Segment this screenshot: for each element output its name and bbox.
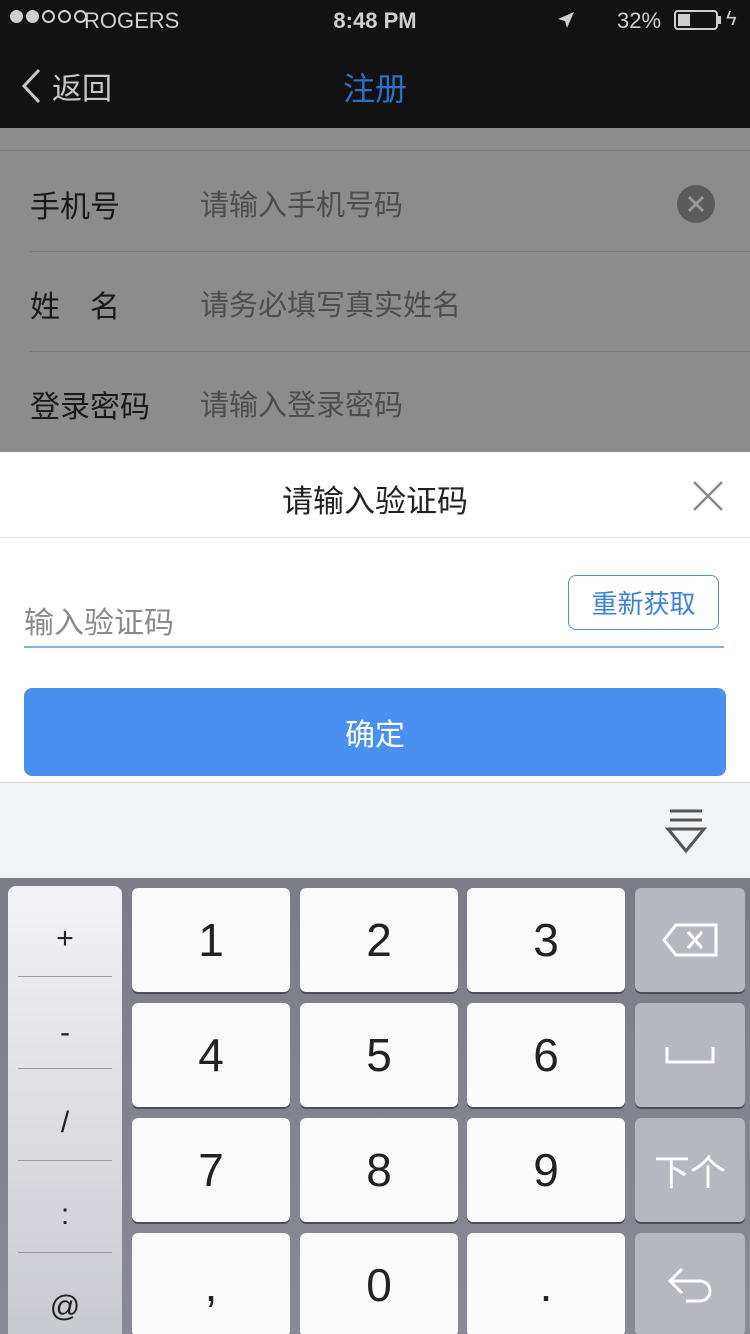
- divider: [18, 1252, 112, 1253]
- phone-label: 手机号: [30, 190, 120, 225]
- location-arrow-icon: [558, 12, 574, 28]
- name-input[interactable]: 请务必填写真实姓名: [200, 282, 461, 324]
- verification-dialog: 请输入验证码 输入验证码 重新获取 确定: [0, 452, 750, 782]
- space-key[interactable]: [635, 1003, 745, 1107]
- divider: [0, 150, 750, 151]
- key-5[interactable]: 5: [300, 1003, 458, 1107]
- space-icon: [665, 1047, 715, 1064]
- numeric-keyboard: + - / : @ 1 2 3 4 5 6 7 8 9 下个 , 0 .: [0, 878, 750, 1334]
- return-icon: [667, 1267, 712, 1303]
- key-comma[interactable]: ,: [132, 1233, 290, 1334]
- symbol-key[interactable]: -: [8, 1016, 122, 1050]
- dialog-title: 请输入验证码: [282, 484, 468, 520]
- backspace-key[interactable]: [635, 888, 745, 992]
- symbol-key[interactable]: /: [8, 1106, 122, 1140]
- password-row[interactable]: 登录密码 请输入登录密码: [0, 352, 750, 452]
- close-icon[interactable]: [690, 478, 726, 514]
- divider: [18, 976, 112, 977]
- key-period[interactable]: .: [467, 1233, 625, 1334]
- next-key[interactable]: 下个: [635, 1118, 745, 1222]
- key-9[interactable]: 9: [467, 1118, 625, 1222]
- clear-input-button[interactable]: [677, 185, 715, 223]
- navigation-bar: 返回 注册: [0, 40, 750, 128]
- input-underline: [24, 646, 724, 648]
- dialog-header: 请输入验证码: [0, 452, 750, 538]
- battery-icon: [674, 10, 718, 30]
- key-0[interactable]: 0: [300, 1233, 458, 1334]
- hide-keyboard-icon[interactable]: [664, 807, 708, 857]
- divider: [18, 1068, 112, 1069]
- battery-tip: [718, 16, 721, 24]
- keyboard-toolbar: [0, 782, 750, 878]
- divider: [18, 1160, 112, 1161]
- key-3[interactable]: 3: [467, 888, 625, 992]
- key-6[interactable]: 6: [467, 1003, 625, 1107]
- symbol-key[interactable]: @: [8, 1290, 122, 1324]
- resend-code-button[interactable]: 重新获取: [568, 575, 719, 630]
- battery-percent: 32%: [617, 8, 662, 33]
- name-label: 姓 名: [30, 290, 120, 325]
- verification-code-input[interactable]: 输入验证码: [24, 598, 174, 642]
- phone-row[interactable]: 手机号 请输入手机号码: [0, 152, 750, 252]
- key-1[interactable]: 1: [132, 888, 290, 992]
- symbol-column: + - / : @: [8, 886, 122, 1334]
- close-icon: [687, 195, 705, 213]
- key-4[interactable]: 4: [132, 1003, 290, 1107]
- charging-bolt-icon: ϟ: [726, 8, 737, 30]
- symbol-key[interactable]: +: [8, 922, 122, 956]
- backspace-icon: [662, 923, 718, 957]
- confirm-button[interactable]: 确定: [24, 688, 726, 776]
- return-key[interactable]: [635, 1233, 745, 1334]
- registration-form: 手机号 请输入手机号码 姓 名 请务必填写真实姓名 登录密码 请输入登录密码: [0, 128, 750, 452]
- name-row[interactable]: 姓 名 请务必填写真实姓名: [0, 252, 750, 352]
- page-title: 注册: [342, 70, 407, 108]
- symbol-key[interactable]: :: [8, 1198, 122, 1232]
- phone-input[interactable]: 请输入手机号码: [200, 182, 403, 224]
- password-input[interactable]: 请输入登录密码: [200, 382, 403, 424]
- key-2[interactable]: 2: [300, 888, 458, 992]
- password-label: 登录密码: [30, 390, 150, 425]
- key-8[interactable]: 8: [300, 1118, 458, 1222]
- key-7[interactable]: 7: [132, 1118, 290, 1222]
- status-bar: ROGERS 8:48 PM 32% ϟ: [0, 0, 750, 40]
